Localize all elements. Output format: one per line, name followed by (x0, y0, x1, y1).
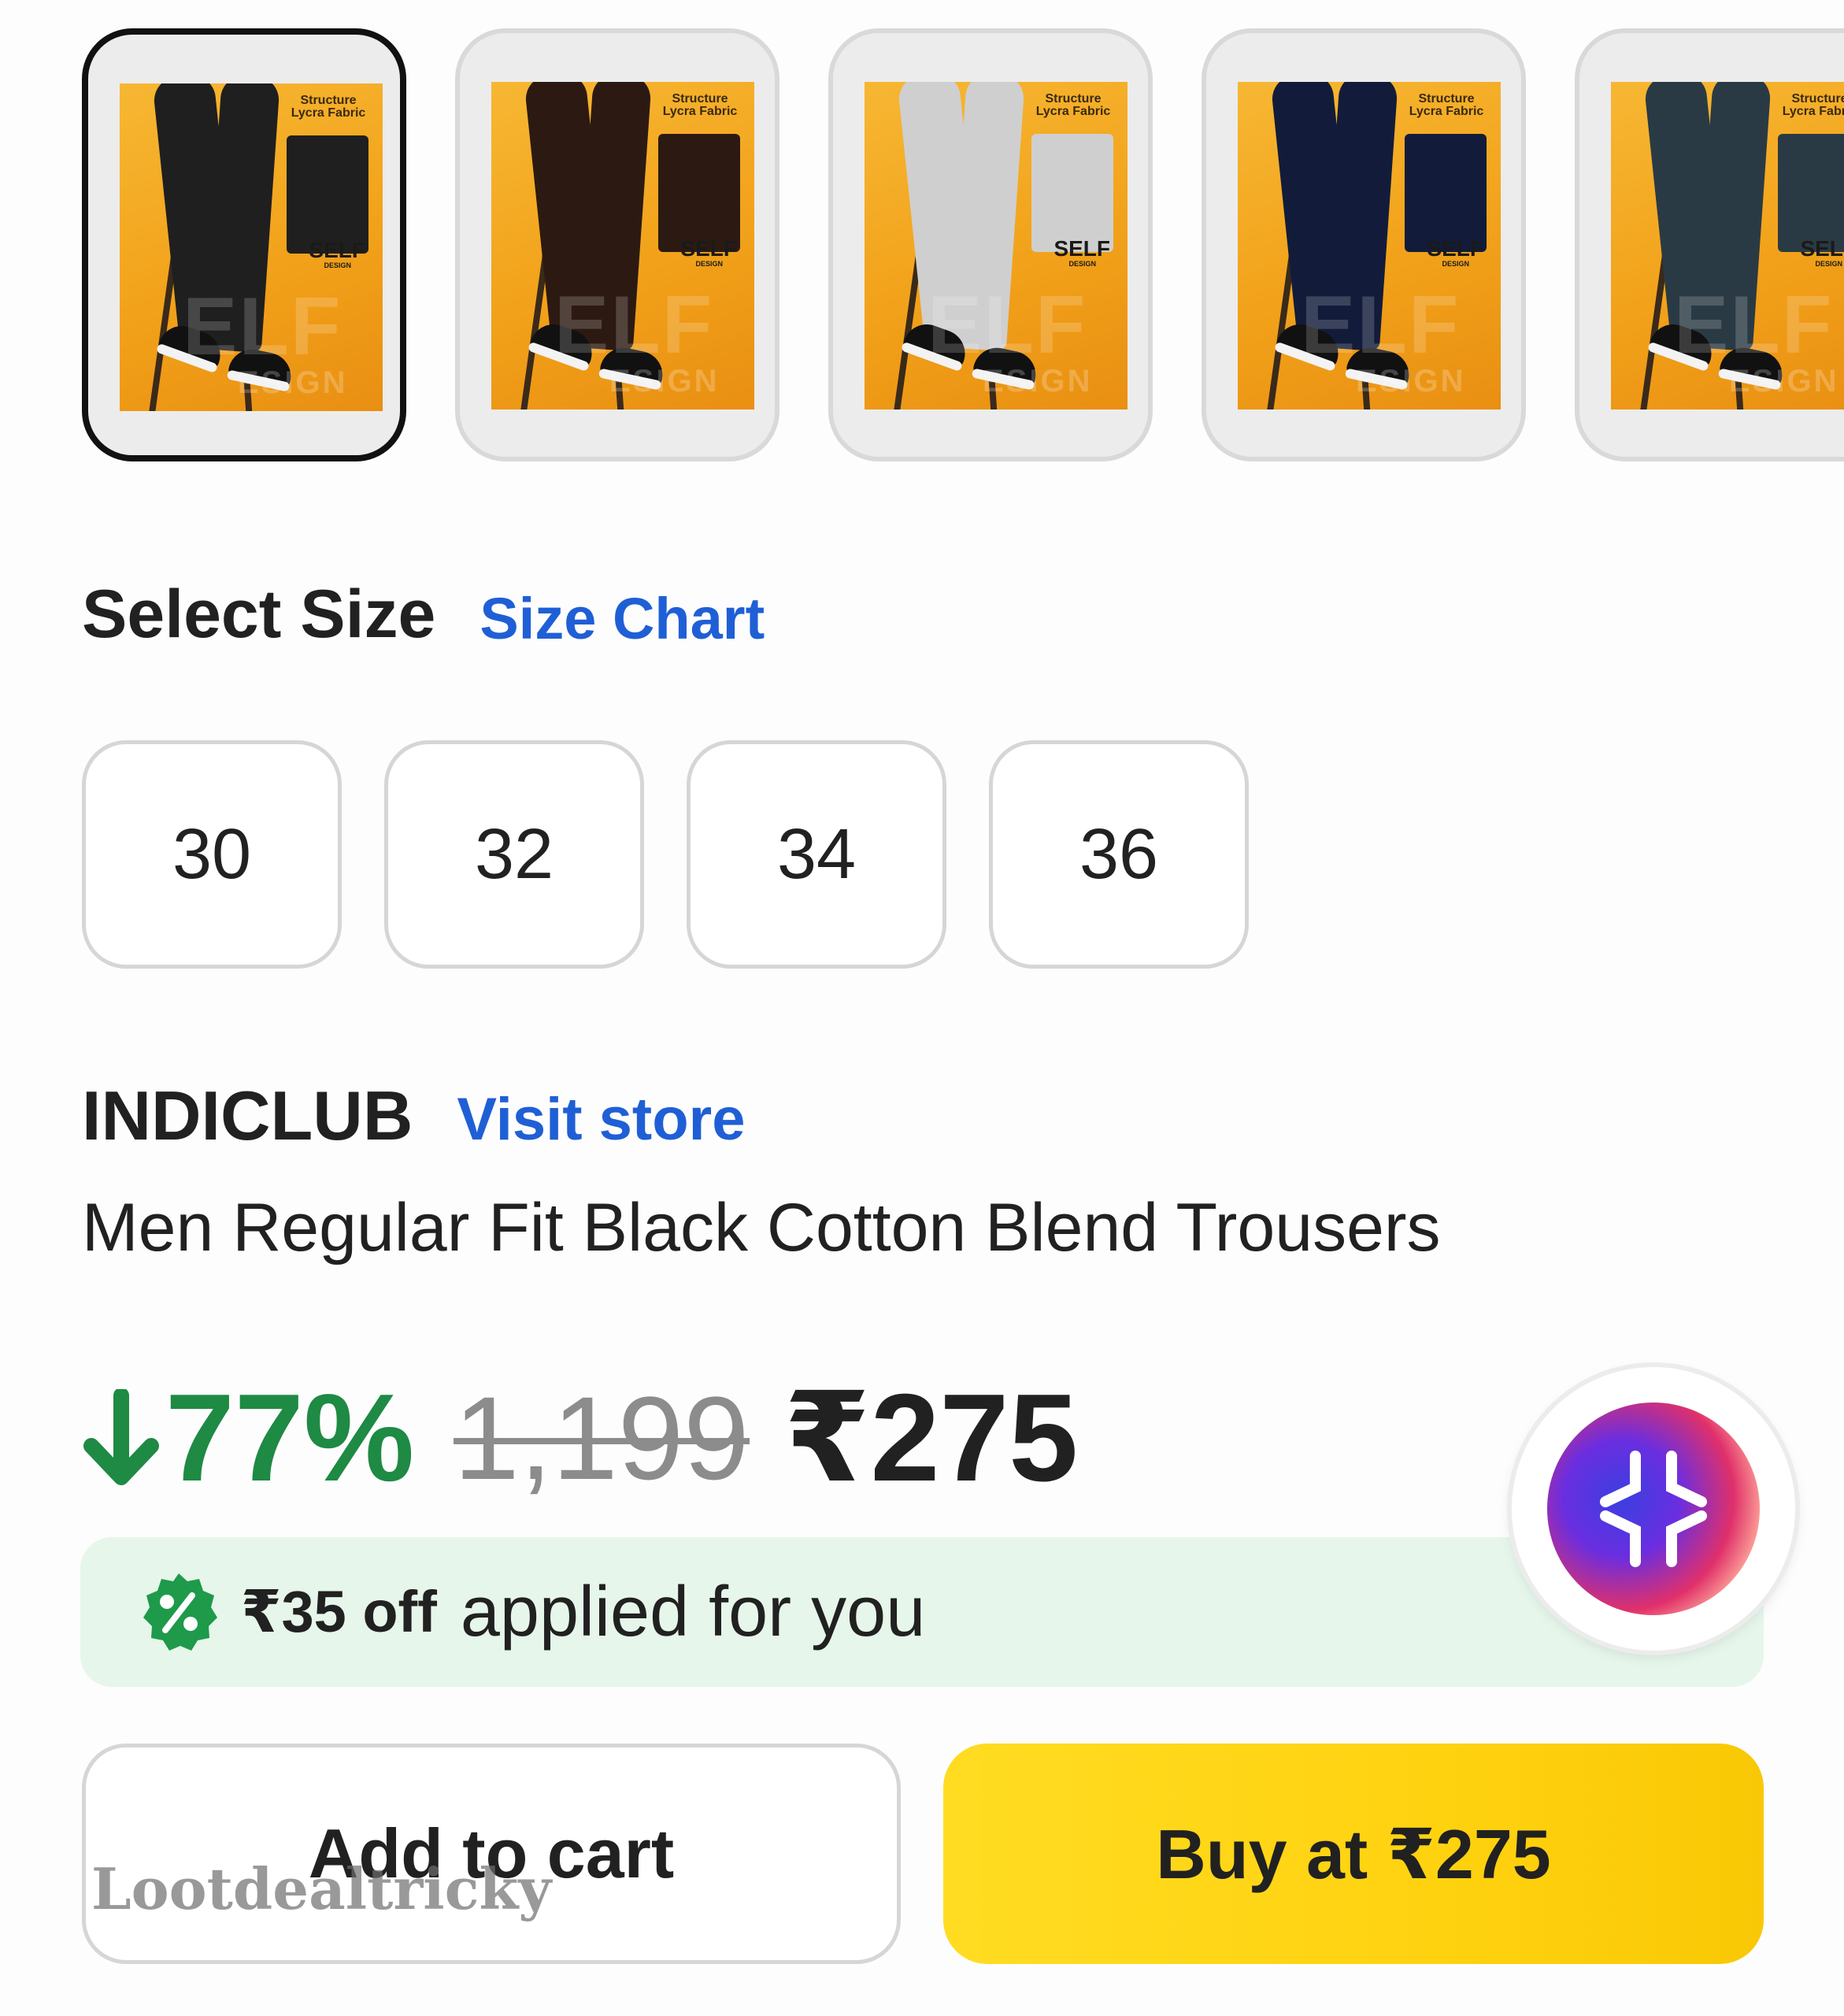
photo-brand-text: SELF (1053, 236, 1110, 261)
thumbnail-light-grey[interactable]: ELF ESIGN Structure Lycra Fabric SELF DESIGN (828, 28, 1153, 461)
photo-caption: Structure Lycra Fabric (1035, 92, 1111, 118)
photo-design-text: DESIGN (695, 260, 723, 268)
percent-badge-icon (137, 1570, 220, 1654)
photo-caption: Structure Lycra Fabric (662, 92, 738, 118)
photo-design-text: DESIGN (1815, 260, 1842, 268)
image-thumbnail-strip: ELF ESIGN Structure Lycra Fabric SELF DESIGN… (0, 0, 1844, 472)
photo-caption: Structure Lycra Fabric (291, 94, 366, 120)
product-photo: ELFESIGNStructure Lycra FabricSELFDESIGN (865, 82, 1128, 410)
offer-text: applied for you (460, 1572, 926, 1651)
size-option-30[interactable]: 30 (82, 740, 342, 969)
thumbnail-navy[interactable]: ELF ESIGN Structure Lycra Fabric SELF DESIGN (1202, 28, 1526, 461)
size-option-32[interactable]: 32 (384, 740, 644, 969)
photo-caption: Structure Lycra Fabric (1782, 92, 1844, 118)
size-option-36[interactable]: 36 (989, 740, 1249, 969)
product-photo: ELFESIGNStructure Lycra FabricSELFDESIGN (1238, 82, 1501, 410)
product-photo: ELFESIGNStructure Lycra FabricSELFDESIGN (491, 82, 754, 410)
photo-caption: Structure Lycra Fabric (1409, 92, 1484, 118)
product-title: Men Regular Fit Black Cotton Blend Trous… (82, 1190, 1441, 1266)
offer-banner: ₹35 off applied for you (80, 1537, 1764, 1687)
visit-store-link[interactable]: Visit store (457, 1085, 745, 1154)
photo-design-text: DESIGN (1442, 260, 1469, 268)
watermark-text: Lootdealtricky (91, 1855, 552, 1922)
photo-design-text: DESIGN (1068, 260, 1096, 268)
assistant-button[interactable] (1512, 1367, 1795, 1651)
discount-percent: 77% (165, 1368, 415, 1507)
thumbnail-slate[interactable]: ELFESIGNStructure Lycra FabricSELFDESIGN (1575, 28, 1844, 461)
photo-brand-text: SELF (309, 238, 365, 262)
select-size-label: Select Size (82, 576, 436, 652)
buy-now-button[interactable]: Buy at ₹275 (943, 1744, 1764, 1964)
original-price: 1,199 (454, 1370, 750, 1506)
size-chart-link[interactable]: Size Chart (480, 585, 765, 652)
product-photo: ELFESIGNStructure Lycra FabricSELFDESIGN (120, 83, 383, 411)
photo-design-text: DESIGN (324, 261, 351, 269)
photo-brand-text: SELF (1800, 236, 1844, 261)
photo-brand-text: SELF (680, 236, 737, 261)
brand-name: INDICLUB (82, 1077, 413, 1154)
photo-brand-text: SELF (1427, 236, 1483, 261)
add-to-cart-button[interactable]: Add to cart (82, 1744, 901, 1964)
thumbnail-brown[interactable]: ELF ESIGN Structure Lycra Fabric SELF DESIGN (455, 28, 779, 461)
assistant-sparkle-icon (1547, 1403, 1760, 1615)
size-option-34[interactable]: 34 (687, 740, 946, 969)
arrow-down-icon (82, 1383, 161, 1493)
offer-amount: ₹35 off (241, 1579, 437, 1644)
thumbnail-black[interactable]: ELF ESIGN Structure Lycra Fabric SELF DESIGN (82, 28, 406, 461)
size-header: Select Size Size Chart (82, 575, 765, 654)
final-price: ₹275 (783, 1369, 1079, 1507)
brand-row: INDICLUB Visit store (82, 1073, 746, 1159)
product-photo: ELFESIGNStructure Lycra FabricSELFDESIGN (1611, 82, 1844, 410)
price-row: 77% 1,199 ₹275 (82, 1367, 1078, 1509)
